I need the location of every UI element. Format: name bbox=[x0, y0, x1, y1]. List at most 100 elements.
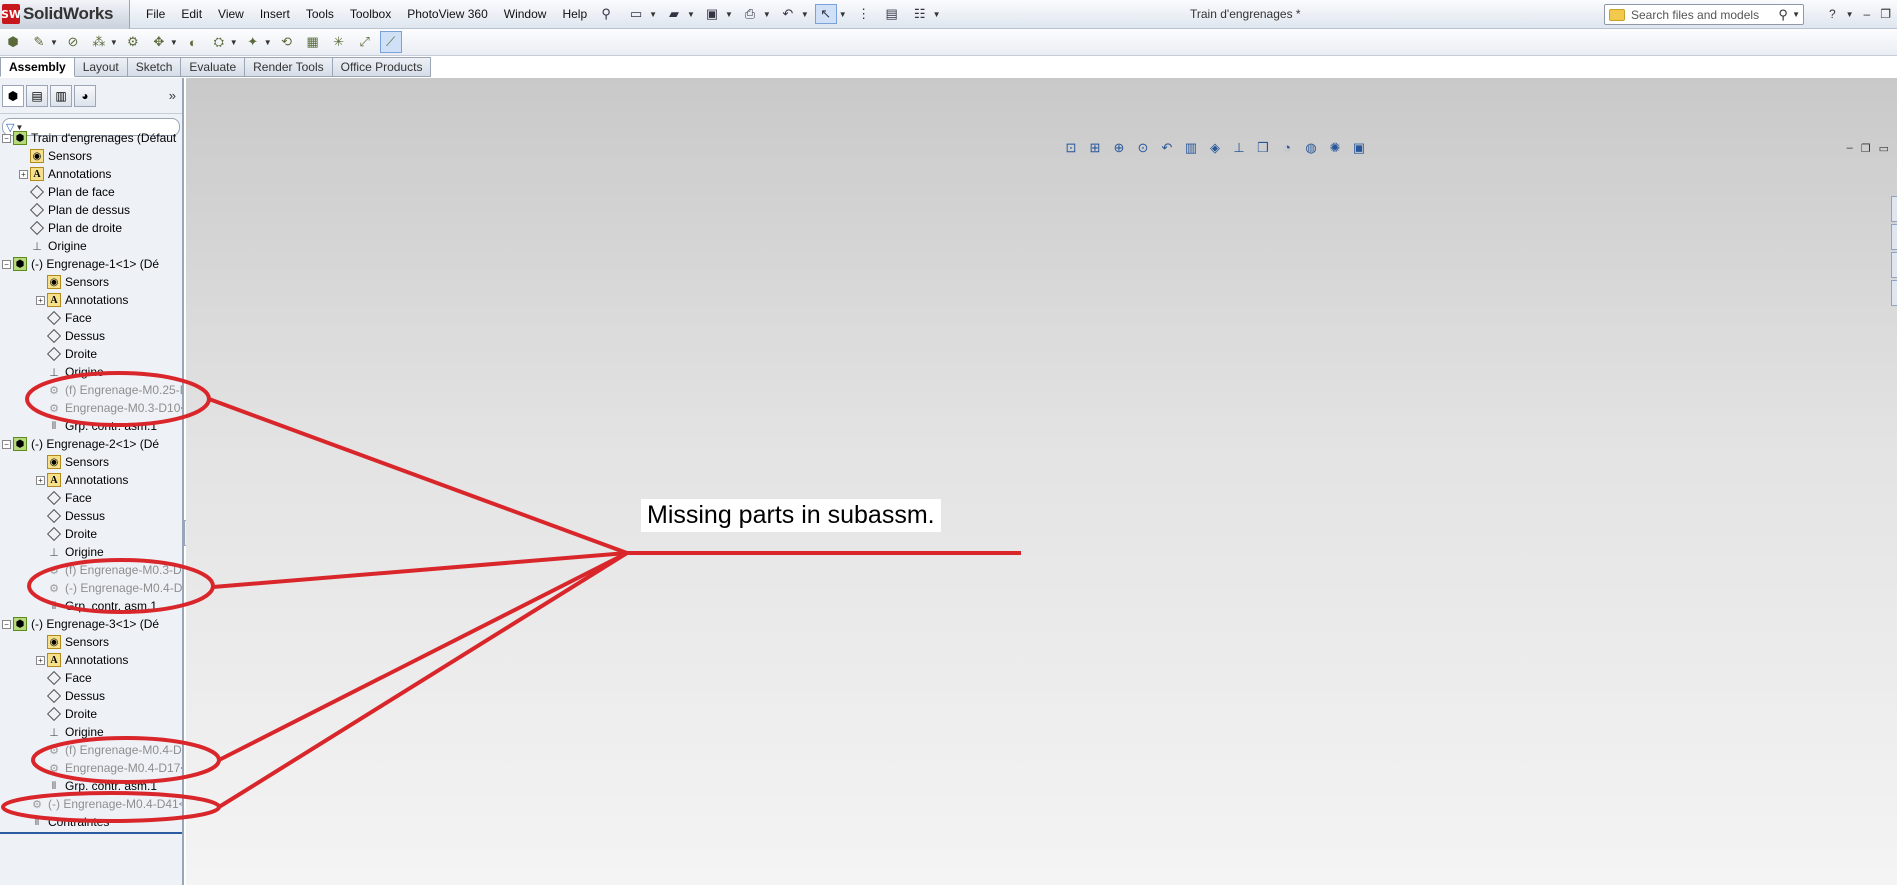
tab-evaluate[interactable]: Evaluate bbox=[181, 57, 246, 77]
search-icon[interactable]: ⚲ bbox=[1774, 7, 1792, 23]
tree-item[interactable]: ⚙ Engrenage-M0.3-D10<1 bbox=[0, 399, 182, 417]
tree-item[interactable]: − ⬢ Train d'engrenages (Défaut bbox=[0, 129, 182, 147]
tree-item[interactable]: Plan de dessus bbox=[0, 201, 182, 219]
menu-item-window[interactable]: Window bbox=[496, 0, 555, 29]
tree-item[interactable]: Face bbox=[0, 489, 182, 507]
menu-item-view[interactable]: View bbox=[210, 0, 252, 29]
chevron-down-icon[interactable]: ▼ bbox=[763, 10, 771, 19]
tab-assembly[interactable]: Assembly bbox=[0, 57, 75, 77]
display-manager-tab-icon[interactable]: ◕ bbox=[74, 84, 96, 107]
display-style-icon[interactable]: ⊥ bbox=[1230, 140, 1248, 156]
rebuild-traffic-light-icon[interactable]: ⋮ bbox=[853, 4, 875, 24]
tree-item[interactable]: ⫴ Grp. contr. asm.1 bbox=[0, 777, 182, 795]
tree-item[interactable]: + A Annotations bbox=[0, 165, 182, 183]
render-tools-icon[interactable]: ▣ bbox=[1350, 140, 1368, 156]
explode-line-sketch-icon[interactable]: ⤢ bbox=[354, 31, 376, 53]
tree-item[interactable]: ⫴ Grp. contr. asm.1 bbox=[0, 597, 182, 615]
tree-item[interactable]: ⚙ Engrenage-M0.4-D17<1 bbox=[0, 759, 182, 777]
chevron-down-icon[interactable]: ▼ bbox=[687, 10, 695, 19]
tree-item[interactable]: ⚙ (f) Engrenage-M0.3-D50 bbox=[0, 561, 182, 579]
smart-fasteners-icon[interactable]: ⚙ bbox=[122, 31, 144, 53]
collapse-icon[interactable]: − bbox=[2, 133, 11, 143]
chevron-down-icon[interactable]: ▼ bbox=[839, 10, 847, 19]
tab-sketch[interactable]: Sketch bbox=[127, 57, 182, 77]
new-document-icon[interactable]: ▭ bbox=[625, 4, 647, 24]
bill-of-materials-icon[interactable]: ▦ bbox=[302, 31, 324, 53]
previous-view-icon[interactable]: ↶ bbox=[1158, 140, 1176, 156]
show-hidden-icon[interactable]: ◐ bbox=[182, 31, 204, 53]
solidworks-logo[interactable]: SW SolidWorks bbox=[0, 0, 130, 29]
menu-item-tools[interactable]: Tools bbox=[298, 0, 342, 29]
graphics-area[interactable]: ⊡ ⊞ ⊕ ⊙ ↶ ▥ ◈ ⊥ ❒ ◔ ◍ ✺ ▣ – ❐ ▭ bbox=[186, 78, 1897, 885]
hide-show-items-icon[interactable]: ❒ bbox=[1254, 140, 1272, 156]
instant3d-icon[interactable]: ⟋ bbox=[379, 31, 402, 53]
restore-icon[interactable]: ❐ bbox=[1880, 0, 1891, 29]
tree-item[interactable]: + A Annotations bbox=[0, 291, 182, 309]
chevron-down-icon[interactable]: ▼ bbox=[1846, 0, 1854, 29]
select-arrow-icon[interactable]: ↖ bbox=[814, 4, 837, 24]
task-pane-tab[interactable] bbox=[1891, 196, 1897, 222]
tree-item[interactable]: ⚙ (f) Engrenage-M0.4-D35 bbox=[0, 741, 182, 759]
tree-item[interactable]: Dessus bbox=[0, 507, 182, 525]
chevron-down-icon[interactable]: ▼ bbox=[1792, 10, 1800, 19]
tree-item[interactable]: − ⬢ (-) Engrenage-3<1> (Dé bbox=[0, 615, 182, 633]
expand-icon[interactable]: + bbox=[36, 475, 45, 485]
property-manager-tab-icon[interactable]: ▤ bbox=[26, 84, 48, 107]
assembly-features-icon[interactable]: ⛭ bbox=[208, 31, 230, 53]
tree-item[interactable]: Dessus bbox=[0, 327, 182, 345]
new-part-icon[interactable]: ✎ bbox=[28, 31, 50, 53]
restore-viewport-icon[interactable]: ❐ bbox=[1861, 142, 1871, 155]
tree-item[interactable]: Droite bbox=[0, 525, 182, 543]
reference-geometry-icon[interactable]: ✦ bbox=[242, 31, 264, 53]
tree-item[interactable]: + A Annotations bbox=[0, 471, 182, 489]
mate-icon[interactable]: ⊘ bbox=[62, 31, 84, 53]
file-properties-icon[interactable]: ▤ bbox=[881, 4, 903, 24]
undo-icon[interactable]: ↶ bbox=[777, 4, 799, 24]
tree-item[interactable]: ⫴ Grp. contr. asm.1 bbox=[0, 417, 182, 435]
new-motion-study-icon[interactable]: ⟲ bbox=[276, 31, 298, 53]
tree-item[interactable]: Face bbox=[0, 309, 182, 327]
chevron-down-icon[interactable]: ▼ bbox=[649, 10, 657, 19]
tree-item[interactable]: Plan de face bbox=[0, 183, 182, 201]
chevron-down-icon[interactable]: ▼ bbox=[801, 10, 809, 19]
chevron-down-icon[interactable]: ▼ bbox=[110, 38, 118, 47]
help-icon[interactable]: ? bbox=[1829, 0, 1836, 29]
menu-item-edit[interactable]: Edit bbox=[173, 0, 210, 29]
search-box[interactable]: Search files and models ⚲ ▼ bbox=[1604, 4, 1804, 25]
tree-item[interactable]: ◉ Sensors bbox=[0, 633, 182, 651]
linear-pattern-icon[interactable]: ⁂ bbox=[88, 31, 110, 53]
expand-icon[interactable]: + bbox=[19, 169, 28, 179]
chevron-down-icon[interactable]: ▼ bbox=[230, 38, 238, 47]
tree-item[interactable]: ⊥ Origine bbox=[0, 237, 182, 255]
tree-item[interactable]: ⚙ (-) Engrenage-M0.4-D41<1 bbox=[0, 795, 182, 813]
tree-item[interactable]: ◉ Sensors bbox=[0, 453, 182, 471]
tree-item[interactable]: ⚙ (f) Engrenage-M0.25-D6 bbox=[0, 381, 182, 399]
menu-item-file[interactable]: File bbox=[138, 0, 173, 29]
tree-item[interactable]: Droite bbox=[0, 705, 182, 723]
task-pane-tab[interactable] bbox=[1891, 252, 1897, 278]
tree-item[interactable]: Droite bbox=[0, 345, 182, 363]
chevron-down-icon[interactable]: ▼ bbox=[933, 10, 941, 19]
section-view-icon[interactable]: ▥ bbox=[1182, 140, 1200, 156]
configuration-manager-tab-icon[interactable]: ▥ bbox=[50, 84, 72, 107]
menu-item-toolbox[interactable]: Toolbox bbox=[342, 0, 399, 29]
feature-manager-tab-icon[interactable]: ⬢ bbox=[2, 84, 24, 107]
move-component-icon[interactable]: ✥ bbox=[148, 31, 170, 53]
tree-item[interactable]: ⊥ Origine bbox=[0, 543, 182, 561]
menu-item-photoview-360[interactable]: PhotoView 360 bbox=[399, 0, 496, 29]
menu-item-help[interactable]: Help bbox=[554, 0, 595, 29]
search-input[interactable]: Search files and models bbox=[1631, 8, 1774, 22]
pin-icon[interactable]: ⚲ bbox=[595, 4, 617, 24]
tab-office-products[interactable]: Office Products bbox=[332, 57, 432, 77]
close-viewport-icon[interactable]: ▭ bbox=[1879, 142, 1889, 155]
exploded-view-icon[interactable]: ✳ bbox=[328, 31, 350, 53]
tree-item[interactable]: ⫴ Contraintes bbox=[0, 813, 182, 831]
tree-item[interactable]: Dessus bbox=[0, 687, 182, 705]
minimize-viewport-icon[interactable]: – bbox=[1847, 142, 1853, 155]
options-icon[interactable]: ☷ bbox=[909, 4, 931, 24]
tree-item[interactable]: + A Annotations bbox=[0, 651, 182, 669]
view-orientation-icon[interactable]: ◈ bbox=[1206, 140, 1224, 156]
zoom-to-selection-icon[interactable]: ⊙ bbox=[1134, 140, 1152, 156]
minimize-icon[interactable]: – bbox=[1864, 0, 1871, 29]
task-pane-tab[interactable] bbox=[1891, 224, 1897, 250]
